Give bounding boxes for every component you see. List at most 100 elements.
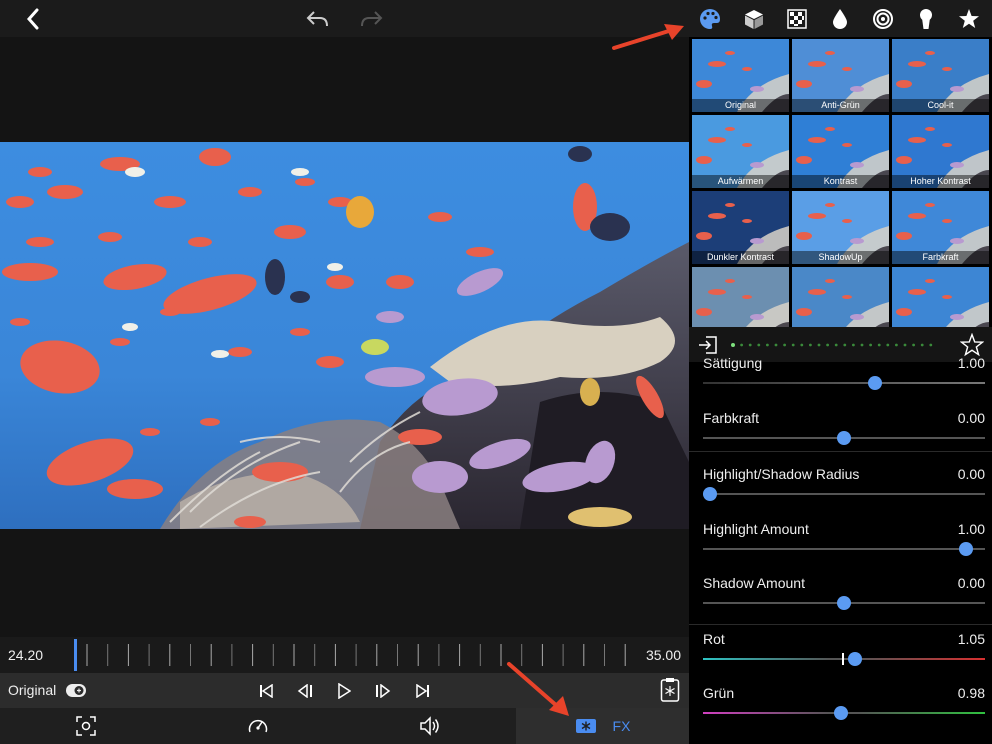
fx-label: FX [612,718,631,734]
star-outline-icon [959,332,985,357]
slider-track[interactable] [703,493,985,495]
preset-page-dots[interactable] [729,341,939,349]
slider-row: Farbkraft 0.00 [703,410,985,446]
slider-knob[interactable] [837,596,851,610]
page-dot [843,343,847,347]
slider-row: Shadow Amount 0.00 [703,575,985,611]
audio-tool-button[interactable] [344,708,516,744]
preset-thumbnail[interactable] [892,267,989,327]
preset-thumbnail[interactable]: Cool-it [892,39,989,112]
slider-track[interactable] [703,382,985,384]
slider-value: 1.05 [957,631,985,647]
slider-knob[interactable] [847,652,862,666]
page-dot [800,343,804,347]
slider-value: 0.00 [957,410,985,426]
tab-palette[interactable] [696,5,724,33]
slider-row: Highlight/Shadow Radius 0.00 [703,466,985,502]
crop-focus-icon [76,716,96,736]
star-icon [959,9,979,28]
preset-thumbnail[interactable] [692,267,789,327]
undo-button[interactable] [305,6,331,32]
page-dot [869,343,872,347]
preset-thumbnail[interactable]: ShadowUp [792,191,889,264]
preset-thumbnail[interactable] [792,267,889,327]
tab-spiral[interactable] [869,5,897,33]
play-icon [338,683,351,699]
back-button[interactable] [20,6,46,32]
slider-label: Farbkraft [703,410,760,426]
default-marker [842,653,844,665]
preset-thumbnail[interactable]: Anti-Grün [792,39,889,112]
step-forward-button[interactable] [370,679,394,703]
clipboard-snowflake-icon [660,678,680,702]
slider-row: Sättigung 1.00 [703,355,985,391]
grid-pattern-icon [787,9,807,29]
top-bar [0,0,992,37]
page-dot [740,343,743,347]
speaker-icon [420,716,439,736]
speed-tool-button[interactable] [172,708,344,744]
step-back-button[interactable] [294,679,318,703]
favorite-preset-button[interactable] [959,332,985,357]
slider-row: Grün 0.98 [703,685,985,721]
section-divider [689,451,992,452]
video-preview[interactable] [0,37,689,637]
page-dot [860,343,864,347]
slider-value: 0.00 [957,575,985,591]
preset-preview-image [792,267,889,327]
crop-tool-button[interactable] [0,708,172,744]
timeline[interactable]: 24.20 35.00 [0,637,689,673]
slider-knob[interactable] [703,487,717,501]
tab-grid-pattern[interactable] [783,5,811,33]
slider-value: 1.00 [957,521,985,537]
preset-thumbnail[interactable]: Original [692,39,789,112]
page-dot [774,343,778,347]
annotation-arrow-top [612,24,684,50]
preset-thumbnail[interactable]: Kontrast [792,115,889,188]
slider-label: Rot [703,631,725,647]
slider-label: Sättigung [703,355,763,371]
slider-value: 0.98 [957,685,985,701]
page-dot [826,343,829,347]
play-button[interactable] [332,679,356,703]
fx-snowflake-icon [575,719,596,733]
preset-label: ShadowUp [792,251,889,264]
skip-end-icon [416,684,429,698]
slider-track[interactable] [703,658,985,660]
slider-track[interactable] [703,548,985,550]
tab-cube[interactable] [740,5,768,33]
undo-icon [306,11,328,27]
slider-knob[interactable] [958,542,973,556]
compare-toggle[interactable] [66,684,86,697]
clipboard-button[interactable] [658,678,682,702]
slider-knob[interactable] [867,376,882,390]
preset-thumbnail[interactable]: Farbkraft [892,191,989,264]
tab-keyhole[interactable] [912,5,940,33]
playhead[interactable] [74,639,77,671]
redo-icon [361,11,383,27]
page-dot [766,343,769,347]
keyhole-icon [920,9,932,29]
preset-label: Aufwärmen [692,175,789,188]
slider-knob[interactable] [837,431,851,445]
tab-star[interactable] [955,5,983,33]
preset-preview-image [692,267,789,327]
preset-thumbnail[interactable]: Aufwärmen [692,115,789,188]
slider-value: 1.00 [957,355,985,371]
palette-icon [700,9,720,29]
preset-thumbnail[interactable]: Dunkler Kontrast [692,191,789,264]
page-dot [852,343,855,347]
playback-controls: Original [0,673,689,708]
skip-to-start-button[interactable] [254,679,278,703]
slider-label: Highlight Amount [703,521,809,537]
skip-to-end-button[interactable] [411,679,435,703]
import-preset-button[interactable] [697,334,719,356]
tab-drop[interactable] [826,5,854,33]
redo-button[interactable] [358,6,384,32]
slider-knob[interactable] [834,706,849,720]
page-dot [886,343,890,347]
page-dot [817,343,821,347]
preset-thumbnail[interactable]: Hoher Kontrast [892,115,989,188]
effects-panel: Original Anti-Grün Cool-it Aufwärmen Kontras… [689,37,992,744]
preset-label: Dunkler Kontrast [692,251,789,264]
